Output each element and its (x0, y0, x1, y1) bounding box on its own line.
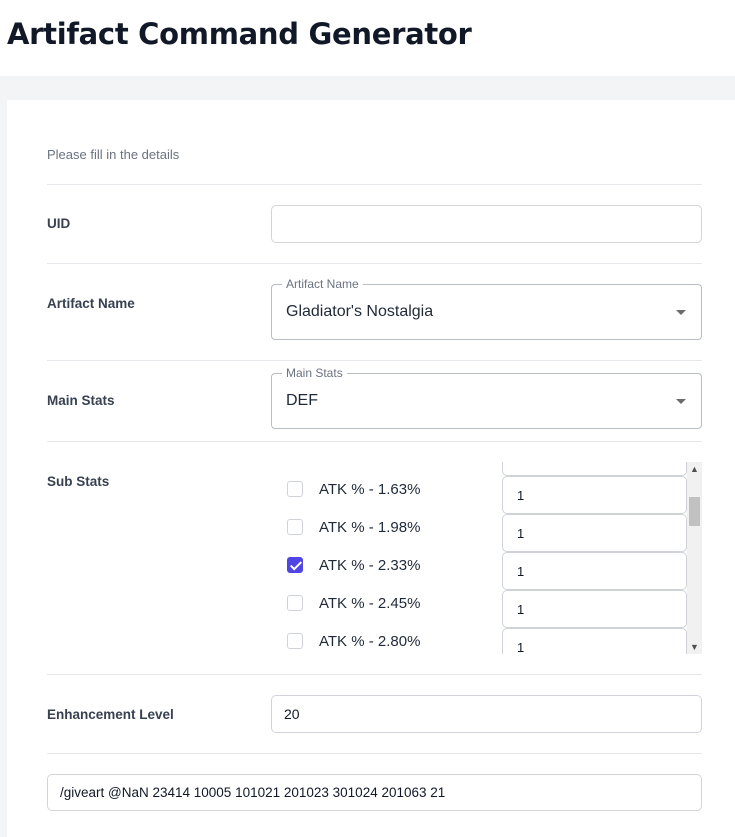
artifact-name-label: Artifact Name (47, 296, 135, 311)
caret-down-icon[interactable] (676, 399, 686, 404)
substat-checkbox[interactable] (287, 519, 303, 535)
divider (47, 753, 702, 754)
sub-stats-label: Sub Stats (47, 474, 110, 489)
check-icon[interactable] (287, 557, 303, 573)
main-stats-legend: Main Stats (282, 366, 347, 380)
divider (47, 674, 702, 675)
main-stats-select[interactable]: Main Stats DEF (271, 366, 702, 429)
substat-label: ATK % - 2.80% (319, 633, 421, 650)
main-stats-label: Main Stats (47, 393, 115, 408)
artifact-name-value: Gladiator's Nostalgia (286, 303, 434, 320)
caret-down-icon[interactable] (676, 310, 686, 315)
sub-stats-list[interactable]: ATK % - 1.63% ATK % - 1.98% ATK % - 2.33… (271, 462, 702, 654)
artifact-name-select[interactable]: Artifact Name Gladiator's Nostalgia (271, 277, 702, 340)
substat-quantity-input[interactable] (502, 514, 687, 552)
enhancement-level-label: Enhancement Level (47, 707, 174, 722)
substat-quantity-input[interactable] (502, 590, 687, 628)
substat-checkbox[interactable] (287, 595, 303, 611)
substat-label: ATK % - 2.33% (319, 557, 421, 574)
uid-input[interactable] (271, 205, 702, 243)
uid-label: UID (47, 216, 71, 231)
divider (47, 184, 702, 185)
substat-quantity-input[interactable] (502, 552, 687, 590)
substat-label: ATK % - 1.63% (319, 481, 421, 498)
substat-label: ATK % - 1.98% (319, 519, 421, 536)
scroll-up-icon[interactable]: ▲ (689, 462, 700, 476)
artifact-name-legend: Artifact Name (282, 277, 363, 291)
divider (47, 263, 702, 264)
app-header: Artifact Command Generator (0, 0, 735, 76)
divider (47, 360, 702, 361)
sub-stats-scrollbar[interactable]: ▲ ▼ (687, 462, 702, 654)
scroll-down-icon[interactable]: ▼ (689, 640, 700, 654)
substat-quantity-input[interactable] (502, 476, 687, 514)
form-subtitle: Please fill in the details (47, 147, 180, 162)
substat-label: ATK % - 2.45% (319, 595, 421, 612)
page-title: Artifact Command Generator (7, 17, 472, 51)
substat-quantity-input[interactable] (502, 628, 687, 654)
substat-checkbox[interactable] (287, 633, 303, 649)
divider (47, 441, 702, 442)
scroll-thumb[interactable] (689, 497, 700, 526)
enhancement-level-input[interactable] (271, 695, 702, 733)
main-stats-value: DEF (286, 392, 318, 409)
substat-checkbox[interactable] (287, 481, 303, 497)
substat-quantity-input[interactable] (502, 462, 687, 476)
command-output[interactable] (47, 774, 702, 811)
